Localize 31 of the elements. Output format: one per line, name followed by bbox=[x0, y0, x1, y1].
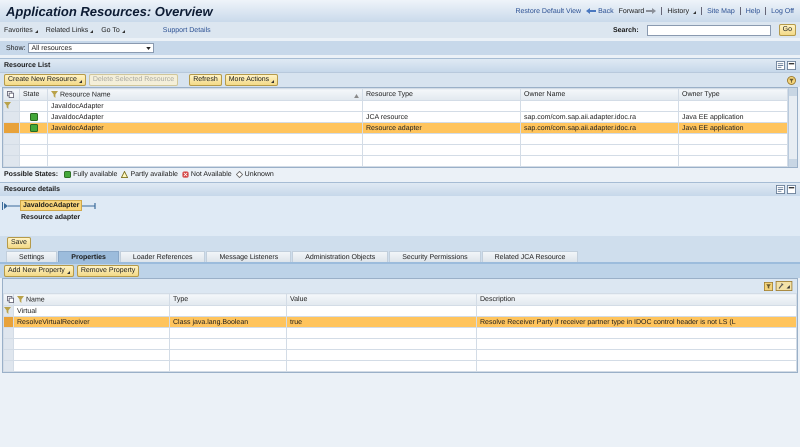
dropdown-icon bbox=[146, 46, 152, 50]
diamond-icon bbox=[236, 170, 243, 178]
caret-icon bbox=[34, 30, 38, 32]
caret-icon bbox=[78, 80, 82, 83]
caret-icon bbox=[271, 80, 274, 83]
collapse-icon[interactable] bbox=[787, 61, 796, 70]
caret-icon bbox=[122, 30, 125, 32]
filter-icon[interactable] bbox=[764, 282, 773, 290]
select-all-icon[interactable] bbox=[7, 296, 14, 303]
select-all-icon[interactable] bbox=[7, 90, 14, 98]
personalize-icon[interactable] bbox=[776, 185, 785, 194]
caret-icon bbox=[693, 10, 696, 14]
filter-icon bbox=[4, 102, 11, 110]
filter-icon bbox=[51, 90, 58, 98]
search-field[interactable] bbox=[646, 24, 771, 36]
page-title: Application Resources: Overview bbox=[6, 4, 213, 18]
sort-icon bbox=[354, 94, 359, 98]
caret-icon bbox=[90, 30, 94, 32]
right-arrow-icon bbox=[646, 8, 656, 14]
warning-triangle-icon bbox=[121, 170, 128, 178]
path-end-icon bbox=[82, 202, 96, 210]
path-start-icon bbox=[2, 202, 20, 210]
error-icon bbox=[182, 170, 189, 178]
filter-icon[interactable] bbox=[787, 76, 796, 84]
left-arrow-icon bbox=[586, 8, 596, 14]
status-square-icon bbox=[64, 170, 72, 178]
personalize-icon[interactable] bbox=[776, 61, 785, 70]
settings-icon[interactable] bbox=[775, 281, 793, 291]
caret-icon bbox=[66, 271, 70, 274]
scrollbar[interactable] bbox=[788, 88, 797, 167]
collapse-icon[interactable] bbox=[787, 185, 796, 194]
